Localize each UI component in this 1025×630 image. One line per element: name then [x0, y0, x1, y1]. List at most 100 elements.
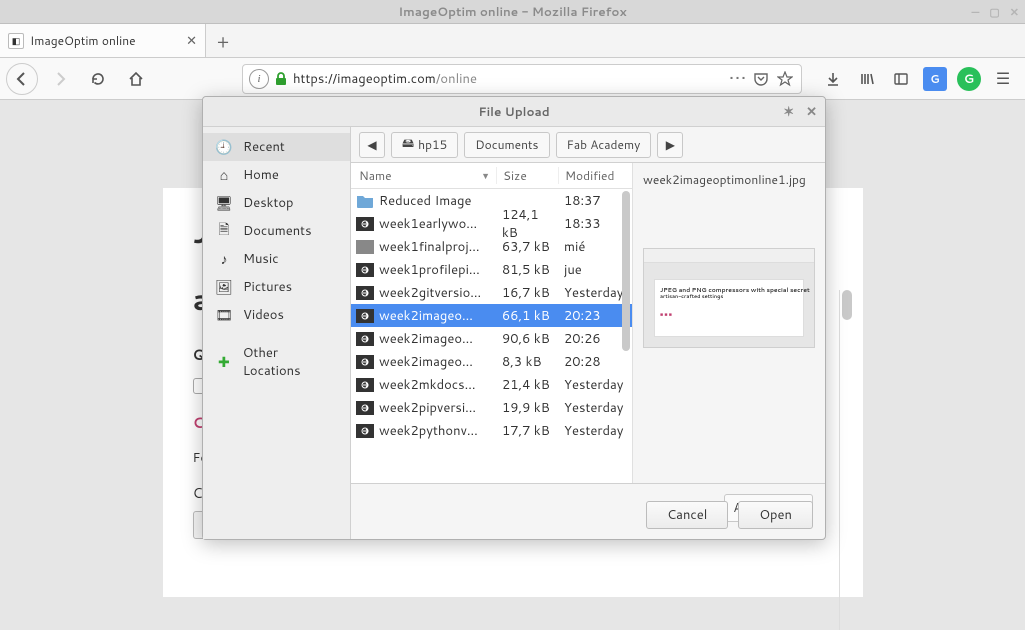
url-text: https://imageoptim.com/online [293, 70, 723, 88]
file-list: Name▼ Size Modified Reduced Image18:37we… [351, 163, 633, 483]
maximize-icon[interactable]: ▢ [989, 4, 999, 20]
breadcrumb-forward-button[interactable]: ▶ [657, 132, 683, 158]
file-list-header: Name▼ Size Modified [351, 163, 632, 189]
sidebar-item-pictures[interactable]: 🖼Pictures [203, 273, 350, 301]
file-row[interactable]: week1profilepi...81,5 kBjue [351, 258, 632, 281]
breadcrumb-documents[interactable]: Documents [464, 132, 549, 158]
preview-tiny-text: artisan-crafted settings [660, 293, 723, 300]
file-size: 17,7 kB [496, 422, 558, 440]
file-type-icon [351, 424, 379, 438]
file-size: 124,1 kB [496, 206, 558, 242]
tab-title: ImageOptim online [30, 32, 136, 49]
file-row[interactable]: week2mkdocs...21,4 kBYesterday [351, 373, 632, 396]
reload-button[interactable] [82, 63, 114, 95]
file-type-icon [351, 193, 379, 209]
drive-icon: 🖴 [402, 134, 414, 155]
file-name: week2gitversio... [379, 284, 496, 302]
sidebar-item-label: Other Locations [243, 344, 338, 380]
file-name: week2imageo... [379, 353, 496, 371]
column-size[interactable]: Size [496, 167, 558, 184]
file-row[interactable]: week1earlywo...124,1 kB18:33 [351, 212, 632, 235]
tab-bar: ◧ ImageOptim online ✕ + [0, 24, 1025, 58]
column-modified[interactable]: Modified [558, 167, 632, 184]
open-button[interactable]: Open [738, 501, 813, 529]
file-name: week2pipversi... [379, 399, 496, 417]
file-size: 8,3 kB [496, 353, 558, 371]
page-scrollbar[interactable] [839, 290, 853, 630]
dialog-close-icon[interactable]: ✕ [806, 103, 817, 121]
sidebar-item-documents[interactable]: 🗎Documents [203, 217, 350, 245]
home-icon: ⌂ [215, 166, 233, 184]
file-size: 63,7 kB [496, 238, 558, 256]
sidebar-item-label: Music [243, 250, 279, 268]
sidebar-item-other-locations[interactable]: ✚Other Locations [203, 339, 350, 385]
file-name: week2imageo... [379, 307, 496, 325]
window-titlebar: ImageOptim online - Mozilla Firefox — ▢ … [0, 0, 1025, 24]
sidebar-item-recent[interactable]: 🕘Recent [203, 133, 350, 161]
page-scrollbar-thumb[interactable] [842, 290, 852, 320]
file-name: week1earlywo... [379, 215, 496, 233]
dialog-maximize-icon[interactable]: ✶ [783, 103, 794, 121]
file-row[interactable]: week2pipversi...19,9 kBYesterday [351, 396, 632, 419]
file-type-icon [351, 332, 379, 346]
pocket-icon[interactable] [753, 72, 771, 86]
file-row[interactable]: week2imageo...8,3 kB20:28 [351, 350, 632, 373]
home-button[interactable] [120, 63, 152, 95]
back-button[interactable] [6, 63, 38, 95]
preview-tiny-pink: ■ ■ ■ [660, 311, 672, 318]
new-tab-button[interactable]: + [206, 24, 240, 57]
file-row[interactable]: week2imageo...66,1 kB20:23 [351, 304, 632, 327]
preview-filename: week2imageoptimonline1.jpg [643, 171, 815, 188]
breadcrumb-bar: ◀ 🖴hp15 Documents Fab Academy ▶ [351, 127, 825, 163]
window-title: ImageOptim online - Mozilla Firefox [398, 3, 626, 20]
back-arrow-icon [14, 71, 30, 87]
filelist-scrollbar[interactable] [620, 189, 632, 483]
sidebar-item-desktop[interactable]: 🖥 Desktop [203, 189, 350, 217]
sidebar-item-label: Desktop [243, 194, 294, 212]
file-type-icon [351, 378, 379, 392]
sidebar-item-label: Documents [243, 222, 312, 240]
file-type-icon [351, 217, 379, 231]
sidebar-item-label: Videos [243, 306, 284, 324]
menu-button[interactable]: ☰ [991, 67, 1015, 91]
tab-close-icon[interactable]: ✕ [186, 32, 197, 50]
breadcrumb-fab-academy[interactable]: Fab Academy [556, 132, 652, 158]
file-size: 16,7 kB [496, 284, 558, 302]
file-size: 81,5 kB [496, 261, 558, 279]
file-row[interactable]: week2gitversio...16,7 kBYesterday [351, 281, 632, 304]
sidebar-item-home[interactable]: ⌂ Home [203, 161, 350, 189]
minimize-icon[interactable]: — [972, 4, 980, 20]
cancel-button[interactable]: Cancel [646, 501, 728, 529]
close-window-icon[interactable]: ✕ [1010, 4, 1019, 20]
tab-imageoptim[interactable]: ◧ ImageOptim online ✕ [0, 24, 206, 57]
file-row[interactable]: week2imageo...90,6 kB20:26 [351, 327, 632, 350]
breadcrumb-back-button[interactable]: ◀ [359, 132, 385, 158]
sidebar-item-music[interactable]: ♪Music [203, 245, 350, 273]
column-name[interactable]: Name▼ [351, 167, 496, 184]
file-row[interactable]: week2pythonv...17,7 kBYesterday [351, 419, 632, 442]
favicon-icon: ◧ [8, 33, 24, 49]
forward-button [44, 63, 76, 95]
page-actions-icon[interactable]: ••• [729, 67, 747, 90]
grammarly-addon-icon[interactable]: G [957, 67, 981, 91]
downloads-icon[interactable] [821, 67, 845, 91]
bookmark-star-icon[interactable] [777, 71, 795, 87]
file-row[interactable]: Reduced Image18:37 [351, 189, 632, 212]
breadcrumb-hp15[interactable]: 🖴hp15 [391, 132, 458, 158]
sidebar-item-label: Home [243, 166, 279, 184]
sidebar-item-videos[interactable]: 🎞Videos [203, 301, 350, 329]
filelist-scrollbar-thumb[interactable] [622, 191, 630, 351]
address-bar[interactable]: i https://imageoptim.com/online ••• [242, 64, 802, 94]
translate-addon-icon[interactable]: G [923, 67, 947, 91]
library-icon[interactable] [855, 67, 879, 91]
site-info-icon[interactable]: i [249, 69, 269, 89]
desktop-icon: 🖥 [215, 194, 233, 212]
sidebar-toggle-icon[interactable] [889, 67, 913, 91]
file-type-icon [351, 309, 379, 323]
file-size: 90,6 kB [496, 330, 558, 348]
preview-pane: week2imageoptimonline1.jpg JPEG and PNG … [633, 163, 825, 483]
file-size: 21,4 kB [496, 376, 558, 394]
file-size: 66,1 kB [496, 307, 558, 325]
forward-arrow-icon [52, 71, 68, 87]
file-row[interactable]: week1finalproj...63,7 kBmié [351, 235, 632, 258]
